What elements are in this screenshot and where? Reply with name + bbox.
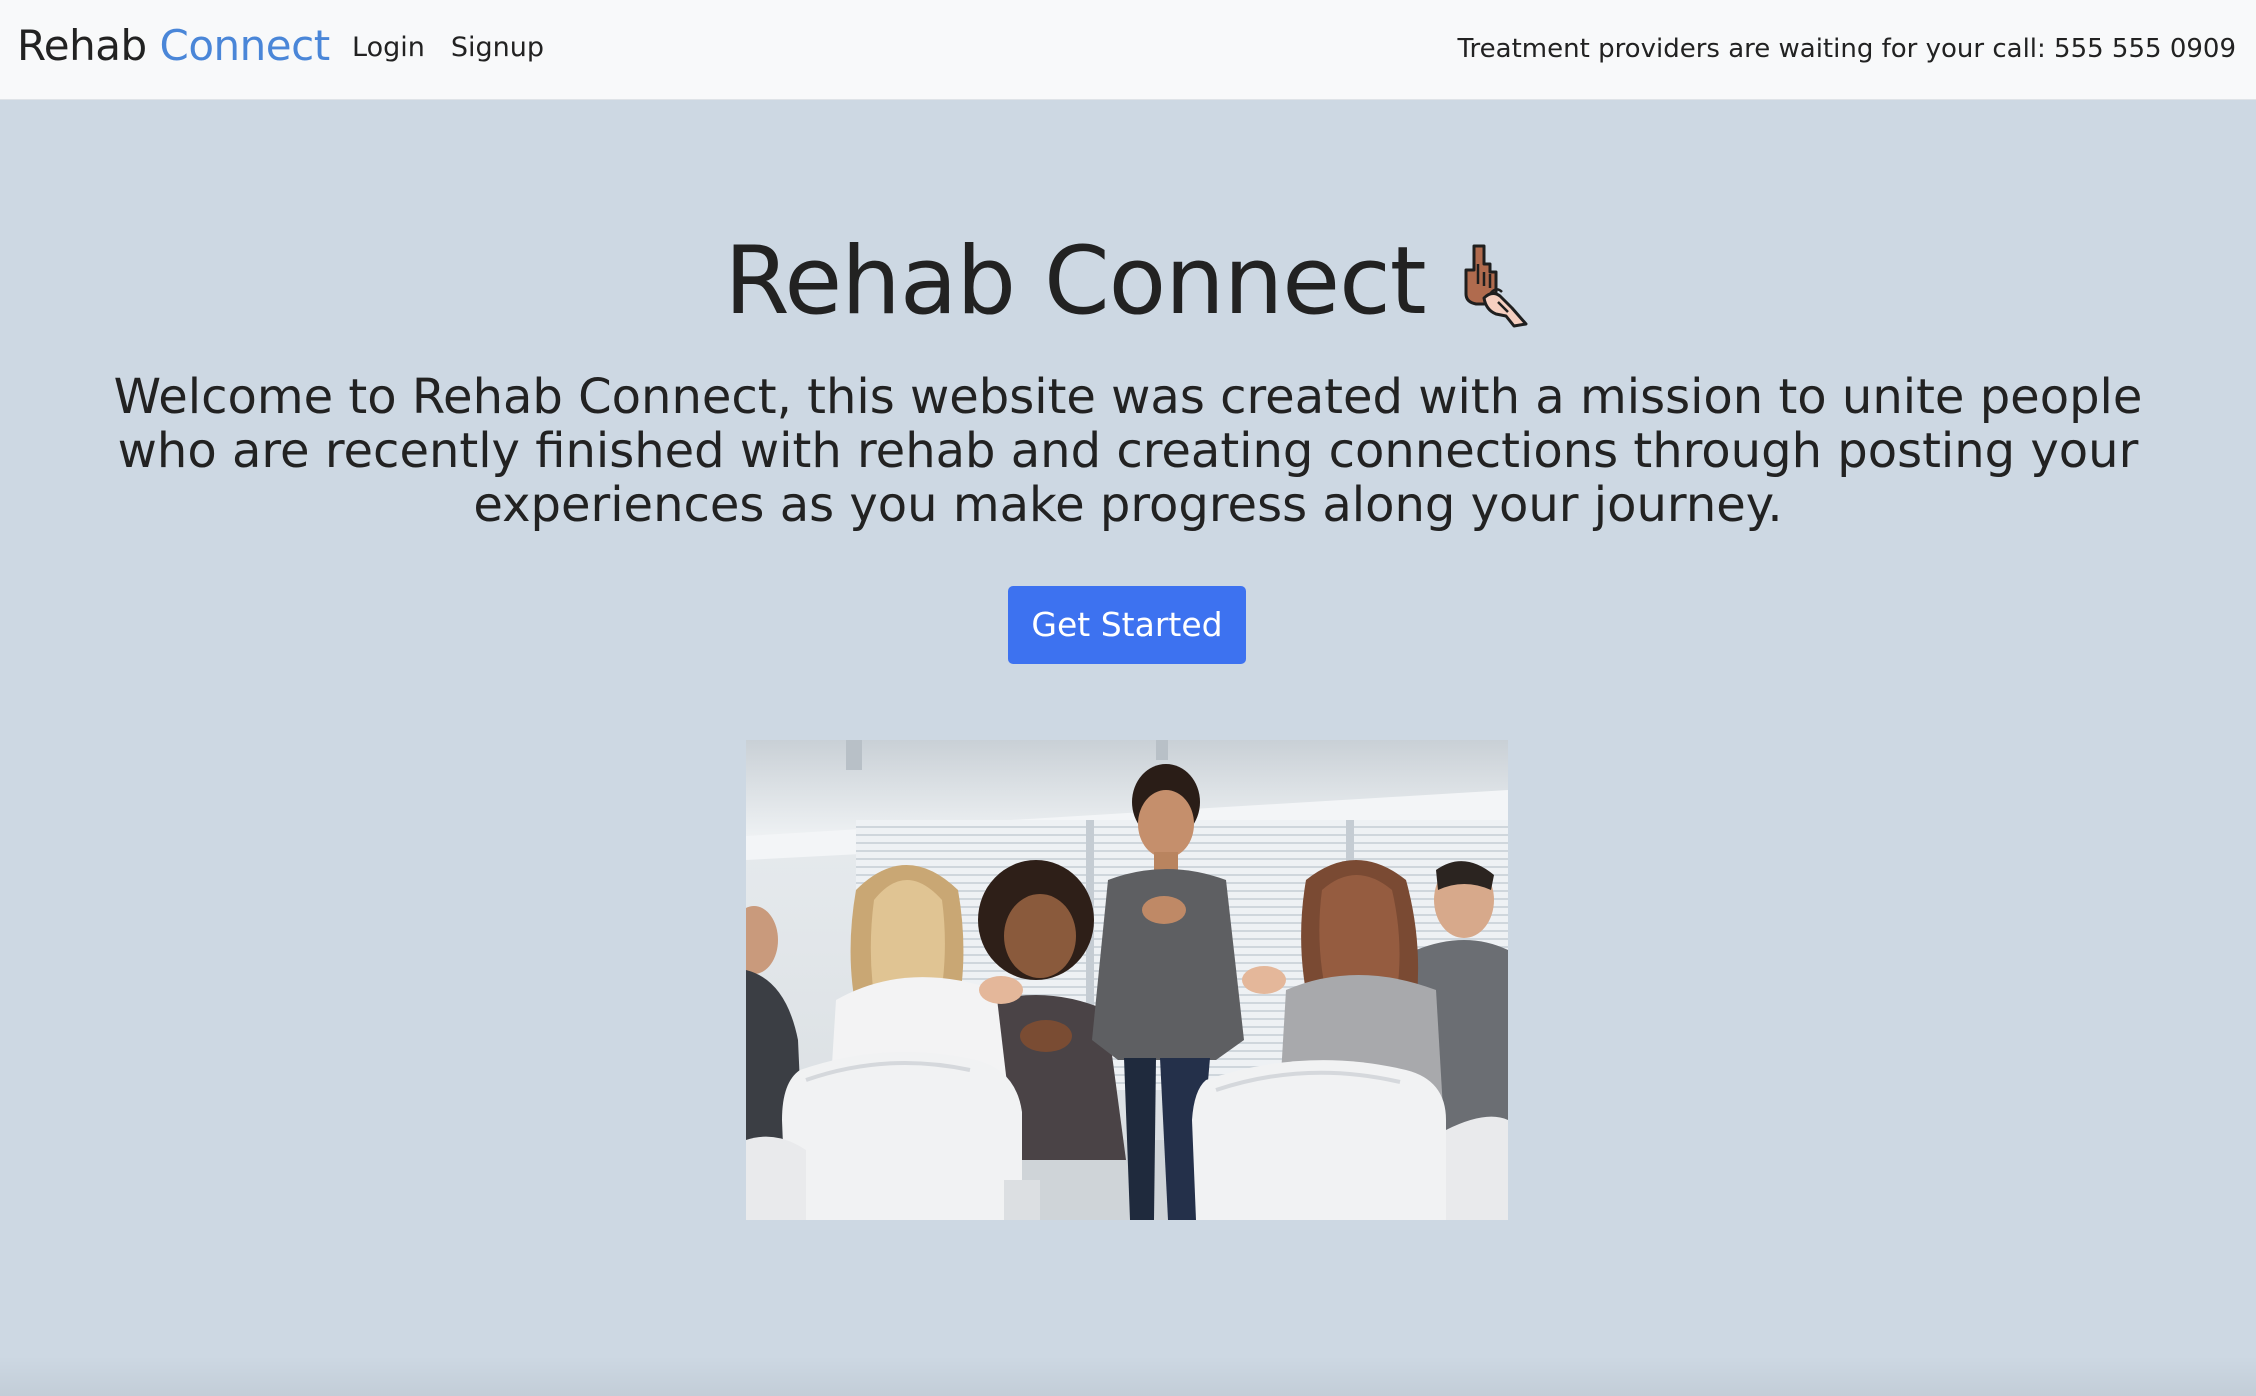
get-started-button[interactable]: Get Started	[1008, 586, 1246, 664]
nav-link-login[interactable]: Login	[352, 30, 425, 66]
provider-phone-notice: Treatment providers are waiting for your…	[1457, 34, 2237, 64]
support-group-photo	[746, 740, 1508, 1220]
hero-description: Welcome to Rehab Connect, this website w…	[113, 369, 2143, 533]
hero-title: Rehab Connect	[724, 227, 1426, 336]
brand-logo-link[interactable]: Rehab Connect	[17, 18, 330, 74]
brand-name-part1: Rehab	[17, 21, 147, 70]
helping-hands-icon	[1464, 244, 1528, 328]
nav-link-signup[interactable]: Signup	[451, 30, 544, 66]
brand-name-part2: Connect	[159, 21, 331, 70]
hero-title-row: Rehab Connect	[0, 222, 2256, 342]
bottom-shadow	[0, 1356, 2256, 1396]
nav-links: Login Signup	[352, 30, 544, 66]
top-navbar: Rehab Connect Login Signup Treatment pro…	[0, 0, 2256, 100]
